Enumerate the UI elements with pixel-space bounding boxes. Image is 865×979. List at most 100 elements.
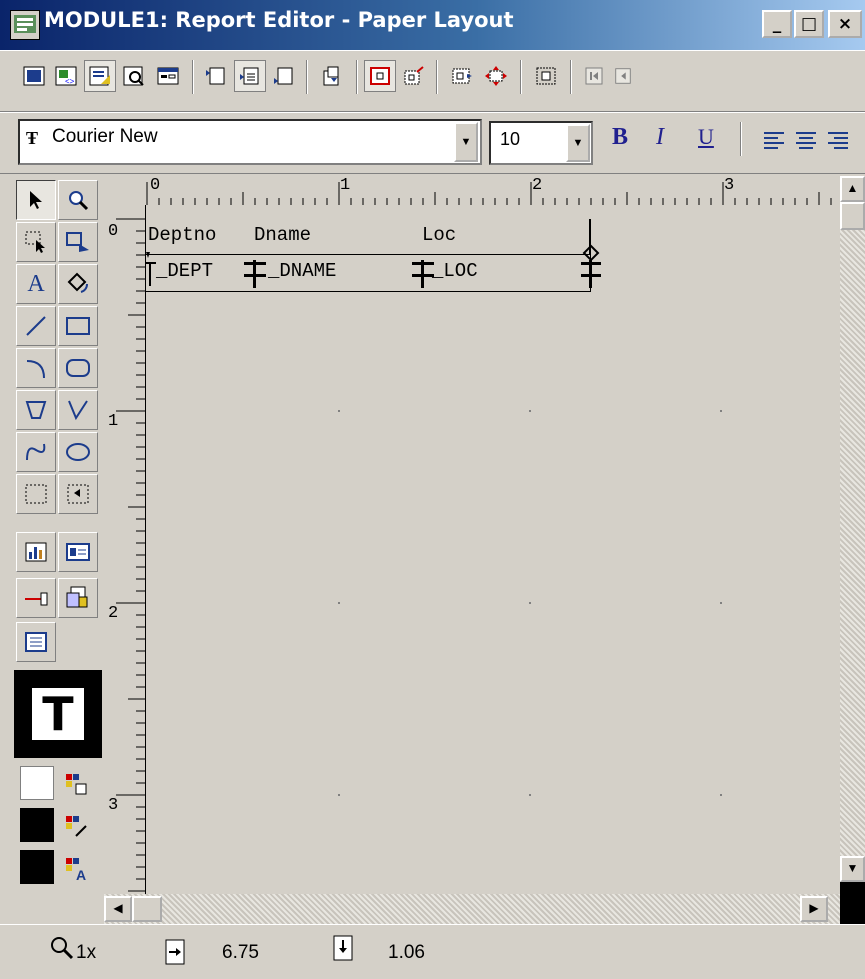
align-right-icon[interactable] <box>826 130 865 157</box>
font-name-dropdown-button[interactable]: ▼ <box>454 122 478 162</box>
field-f-dname-text: _DNAME <box>268 260 337 282</box>
arc-tool[interactable] <box>16 348 56 388</box>
main-section-icon[interactable] <box>234 60 266 92</box>
x-position-value: 6.75 <box>222 942 259 963</box>
frame-handle-icon[interactable] <box>578 244 604 295</box>
button-tool[interactable] <box>16 622 56 662</box>
line-color-swatch[interactable] <box>20 808 54 842</box>
underline-button[interactable]: U <box>698 124 714 150</box>
text-preview-letter: T <box>32 688 84 740</box>
font-name-value: Courier New <box>52 126 158 147</box>
field-f-loc-text: _LOC <box>432 260 478 282</box>
text-color-swatch[interactable] <box>20 850 54 884</box>
horizontal-scrollbar[interactable] <box>104 894 840 924</box>
field-f-deptno-text: _DEPT <box>156 260 214 282</box>
vertical-scrollbar[interactable] <box>840 176 865 894</box>
text-color-icon[interactable]: A <box>64 856 90 887</box>
h-ruler-label-0: 0 <box>150 176 161 195</box>
label-deptno[interactable]: Deptno <box>148 224 216 246</box>
field-marker-icon <box>410 256 436 295</box>
grid-dot <box>529 794 531 796</box>
line-tool[interactable] <box>16 306 56 346</box>
frame-select-tool[interactable] <box>16 222 56 262</box>
data-wizard-icon[interactable]: <> <box>50 60 82 92</box>
flex-mode-icon[interactable] <box>398 60 430 92</box>
insert-field-icon[interactable] <box>316 60 348 92</box>
label-loc[interactable]: Loc <box>422 224 456 246</box>
parameter-form-icon[interactable] <box>152 60 184 92</box>
trailer-section-icon[interactable] <box>268 60 300 92</box>
reshape-tool[interactable] <box>58 222 98 262</box>
magnify-tool[interactable] <box>58 180 98 220</box>
freehand-tool[interactable] <box>16 432 56 472</box>
layout-model-icon[interactable] <box>84 60 116 92</box>
fill-color-swatch[interactable] <box>20 766 54 800</box>
grid-dot <box>529 602 531 604</box>
align-objects-icon[interactable] <box>446 60 478 92</box>
size-objects-icon[interactable] <box>480 60 512 92</box>
ole-tool[interactable] <box>58 578 98 618</box>
italic-button[interactable]: I <box>656 124 664 151</box>
toolbar-separator <box>356 60 358 94</box>
first-page-icon[interactable] <box>578 60 610 92</box>
y-position-icon <box>332 934 356 967</box>
truetype-font-icon: Ŧ <box>26 128 39 148</box>
font-size-dropdown-button[interactable]: ▼ <box>566 124 590 162</box>
align-center-icon[interactable] <box>794 130 818 157</box>
select-tool[interactable] <box>16 180 56 220</box>
confine-mode-icon[interactable] <box>364 60 396 92</box>
align-left-icon[interactable] <box>762 130 786 157</box>
h-ruler-label-3: 3 <box>724 176 735 195</box>
rounded-rectangle-tool[interactable] <box>58 348 98 388</box>
font-size-value: 10 <box>500 129 521 149</box>
field-tool[interactable] <box>58 532 98 572</box>
v-ruler-label-3: 3 <box>108 796 119 815</box>
h-ruler-label-2: 2 <box>532 176 543 195</box>
grid-dot <box>720 602 722 604</box>
text-tool[interactable]: A <box>16 264 56 304</box>
rotate-tool[interactable] <box>58 264 98 304</box>
zoom-level: 1x <box>76 942 97 963</box>
scroll-left-button[interactable]: ◀ <box>104 896 132 922</box>
scroll-down-button[interactable]: ▼ <box>840 856 865 882</box>
v-ruler-label-1: 1 <box>108 412 119 431</box>
repeating-frame-tool[interactable] <box>58 474 98 514</box>
window-title: MODULE1: Report Editor - Paper Layout <box>44 8 514 32</box>
previous-page-icon[interactable] <box>612 60 634 92</box>
grid-dot <box>529 410 531 412</box>
frame-divider <box>146 254 591 255</box>
polygon-tool[interactable] <box>16 390 56 430</box>
header-section-icon[interactable] <box>200 60 232 92</box>
layout-canvas[interactable] <box>146 205 840 894</box>
link-file-tool[interactable] <box>16 578 56 618</box>
horizontal-scroll-thumb[interactable] <box>132 896 162 922</box>
grid-dot <box>338 794 340 796</box>
data-model-icon[interactable] <box>18 60 50 92</box>
polyline-tool[interactable] <box>58 390 98 430</box>
size-grip[interactable] <box>840 882 865 924</box>
live-previewer-icon[interactable] <box>118 60 150 92</box>
grid-dot <box>338 602 340 604</box>
field-marker-icon <box>242 256 268 295</box>
line-color-icon[interactable] <box>64 814 88 843</box>
x-position-icon <box>164 938 188 971</box>
svg-text:A: A <box>76 867 86 882</box>
rectangle-tool[interactable] <box>58 306 98 346</box>
maximize-button[interactable]: □ <box>794 10 824 38</box>
close-button[interactable]: × <box>828 10 862 38</box>
bold-button[interactable]: B <box>612 124 628 151</box>
scroll-up-button[interactable]: ▲ <box>840 176 865 202</box>
select-parent-icon[interactable] <box>530 60 562 92</box>
label-dname[interactable]: Dname <box>254 224 311 246</box>
minimize-button[interactable]: _ <box>762 10 792 38</box>
scroll-right-button[interactable]: ▶ <box>800 896 828 922</box>
vertical-scroll-thumb[interactable] <box>840 202 865 230</box>
ellipse-tool[interactable] <box>58 432 98 472</box>
v-ruler-label-2: 2 <box>108 604 119 623</box>
graph-tool[interactable] <box>16 532 56 572</box>
ruler-corner <box>104 176 146 206</box>
frame-tool[interactable] <box>16 474 56 514</box>
app-icon[interactable] <box>10 10 40 40</box>
toolbar-separator <box>570 60 572 94</box>
fill-color-icon[interactable] <box>64 772 88 801</box>
